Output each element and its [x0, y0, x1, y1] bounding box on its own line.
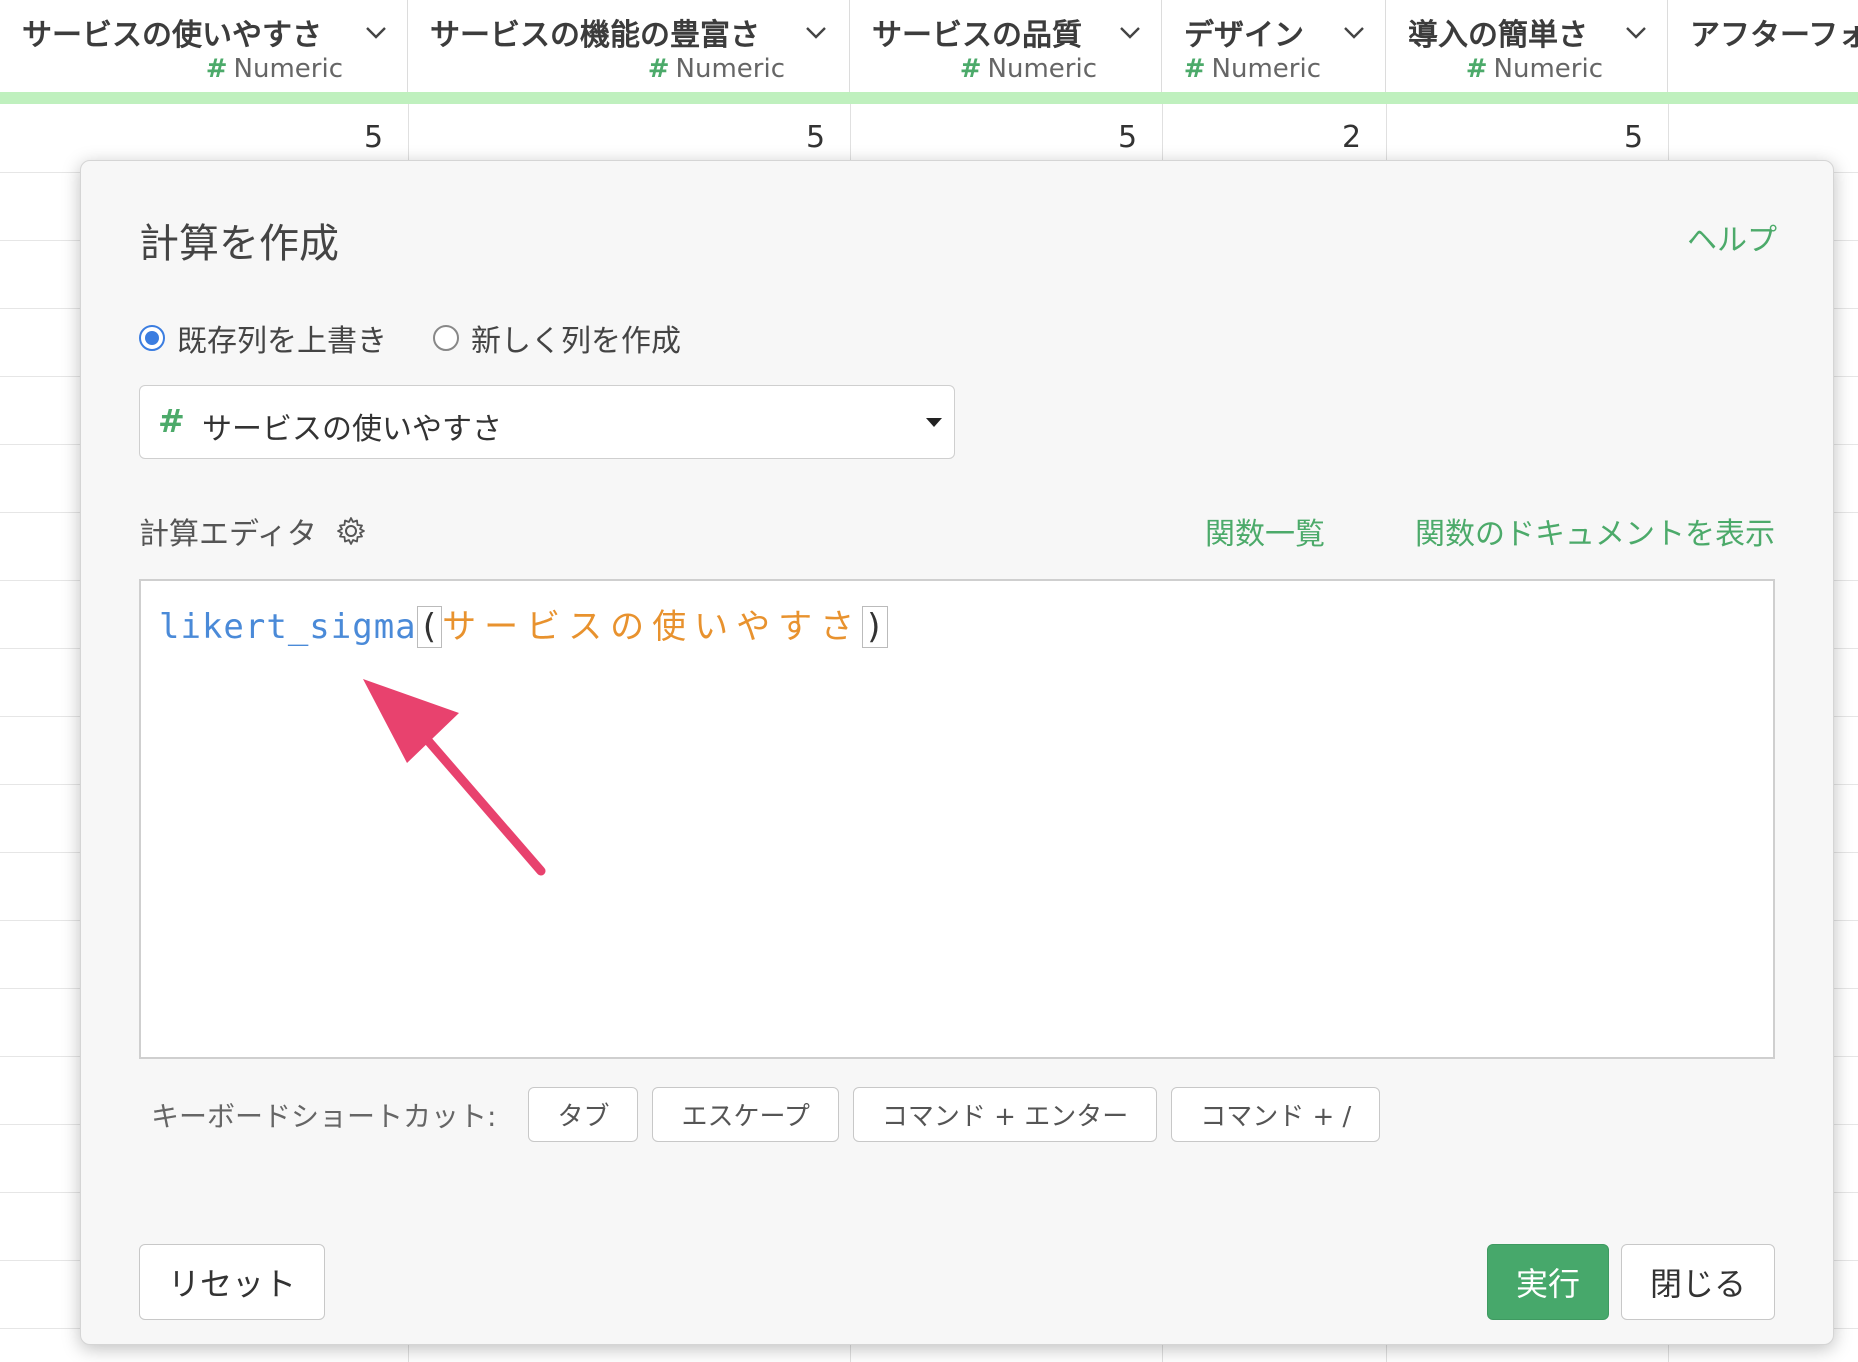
table-cell[interactable]: 5	[364, 120, 383, 155]
column-type: # Numeric	[205, 54, 343, 84]
table-cell[interactable]: 5	[1624, 120, 1643, 155]
column-header-quality[interactable]: サービスの品質 # Numeric	[850, 0, 1162, 92]
numeric-hash-icon: #	[205, 54, 228, 84]
column-type: # Numeric	[1465, 54, 1603, 84]
editor-label-row: 計算エディタ	[139, 509, 367, 553]
header-quality-bar	[0, 92, 1858, 104]
column-title: アフターフォ	[1690, 18, 1858, 53]
radio-overwrite[interactable]	[139, 325, 165, 351]
gear-icon[interactable]	[335, 515, 367, 547]
code-argument: サービスの使いやすさ	[442, 607, 863, 647]
column-title: サービスの機能の豊富さ	[430, 18, 760, 53]
radio-new-column[interactable]	[433, 325, 459, 351]
shortcut-command-slash: コマンド + /	[1171, 1087, 1381, 1142]
column-title: 導入の簡単さ	[1408, 18, 1588, 53]
column-header-aftercare[interactable]: アフターフォ	[1668, 0, 1858, 92]
column-header-design[interactable]: デザイン # Numeric	[1162, 0, 1386, 92]
chevron-down-icon[interactable]	[1342, 20, 1366, 44]
column-select-value: サービスの使いやすさ	[202, 412, 502, 447]
function-list-link[interactable]: 関数一覧	[1205, 509, 1325, 553]
table-cell[interactable]: 5	[1118, 120, 1137, 155]
numeric-hash-icon: #	[647, 54, 670, 84]
chevron-down-icon[interactable]	[804, 20, 828, 44]
table-cell[interactable]: 5	[806, 120, 825, 155]
annotation-arrow-icon	[363, 679, 546, 876]
numeric-hash-icon: #	[1183, 54, 1206, 84]
code-function-name: likert_sigma	[159, 607, 417, 647]
column-header-features[interactable]: サービスの機能の豊富さ # Numeric	[408, 0, 850, 92]
code-open-paren: (	[416, 606, 443, 648]
chevron-down-icon[interactable]	[1118, 20, 1142, 44]
column-type: # Numeric	[959, 54, 1097, 84]
reset-button[interactable]: リセット	[139, 1244, 325, 1320]
numeric-hash-icon: #	[959, 54, 982, 84]
caret-down-icon	[926, 418, 942, 427]
editor-label: 計算エディタ	[139, 517, 317, 552]
shortcuts-label: キーボードショートカット:	[151, 1099, 497, 1133]
column-title: サービスの品質	[872, 18, 1082, 53]
mode-radio-group: 既存列を上書き 新しく列を作成	[139, 316, 727, 360]
radio-new-column-label[interactable]: 新しく列を作成	[471, 316, 681, 360]
column-header-usability[interactable]: サービスの使いやすさ # Numeric	[0, 0, 408, 92]
close-button[interactable]: 閉じる	[1621, 1244, 1775, 1320]
column-header-ease[interactable]: 導入の簡単さ # Numeric	[1386, 0, 1668, 92]
column-type: # Numeric	[1183, 54, 1321, 84]
help-link[interactable]: ヘルプ	[1687, 215, 1777, 259]
column-title: サービスの使いやすさ	[22, 18, 322, 53]
chevron-down-icon[interactable]	[1624, 20, 1648, 44]
function-docs-link[interactable]: 関数のドキュメントを表示	[1415, 509, 1775, 553]
chevron-down-icon[interactable]	[364, 20, 388, 44]
numeric-hash-icon: #	[1465, 54, 1488, 84]
create-calculation-dialog: 計算を作成 ヘルプ 既存列を上書き 新しく列を作成 # サービスの使いやすさ 計…	[80, 160, 1834, 1345]
column-type: # Numeric	[647, 54, 785, 84]
column-select[interactable]: # サービスの使いやすさ	[139, 385, 955, 459]
run-button[interactable]: 実行	[1487, 1244, 1609, 1320]
dialog-title: 計算を作成	[139, 221, 339, 267]
keyboard-shortcuts: キーボードショートカット: タブ エスケープ コマンド + エンター コマンド …	[151, 1087, 1394, 1142]
column-title: デザイン	[1184, 18, 1304, 53]
numeric-hash-icon: #	[158, 402, 185, 440]
table-cell[interactable]: 2	[1342, 120, 1361, 155]
code-line: likert_sigma(サービスの使いやすさ)	[159, 599, 888, 648]
code-close-paren: )	[862, 606, 888, 648]
shortcut-tab: タブ	[528, 1087, 639, 1142]
shortcut-escape: エスケープ	[652, 1087, 839, 1142]
column-header-bar: サービスの使いやすさ # Numeric サービスの機能の豊富さ # Numeric…	[0, 0, 1858, 92]
radio-overwrite-label[interactable]: 既存列を上書き	[177, 316, 387, 360]
shortcut-command-enter: コマンド + エンター	[852, 1087, 1158, 1142]
